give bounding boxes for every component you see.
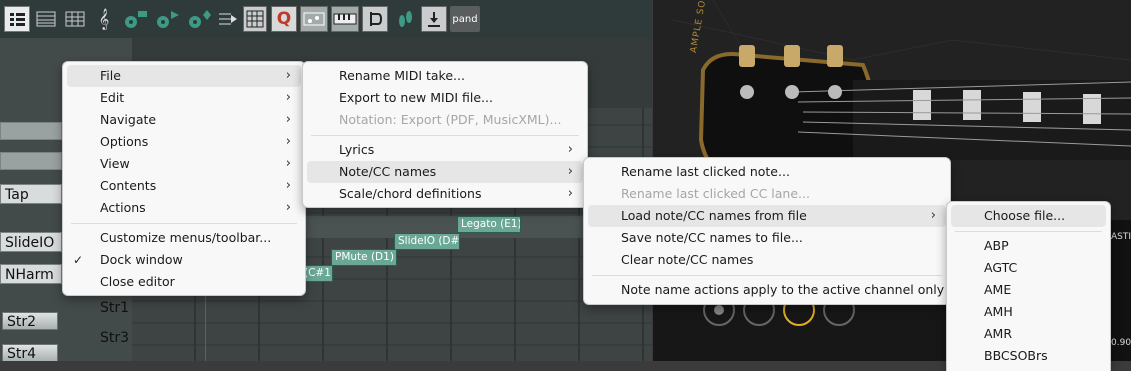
lane-slot[interactable] [0,152,62,170]
side-value: 0.90 [1111,338,1131,348]
chevron-right-icon: › [567,142,573,157]
chevron-right-icon: › [285,178,291,193]
lines-icon[interactable] [33,6,59,32]
menu-item-actions[interactable]: Actions › [67,197,301,219]
menu-item-save-names[interactable]: Save note/CC names to file... [588,227,946,249]
chevron-right-icon: › [567,164,573,179]
chevron-right-icon: › [567,186,573,201]
menu-item-abp[interactable]: ABP [951,235,1106,257]
menu-separator [71,223,297,224]
download-icon[interactable] [421,6,447,32]
keyboard-icon[interactable] [331,6,359,32]
menu-item-options[interactable]: Options › [67,131,301,153]
menu-item-export-midi[interactable]: Export to new MIDI file... [307,87,583,109]
midi-note[interactable]: PMute (D1) [331,249,397,266]
q-icon[interactable]: Q [271,6,297,32]
string-lane-str2[interactable]: Str2 [2,312,58,330]
lane-slot[interactable] [0,122,62,140]
treble-clef-icon[interactable]: 𝄞 [92,6,116,32]
lane-label-nharm[interactable]: NHarm [0,264,62,284]
menu-item-navigate[interactable]: Navigate › [67,109,301,131]
menu-item-rename-cc-lane[interactable]: Rename last clicked CC lane... [588,183,946,205]
grid-icon[interactable] [62,6,88,32]
menu-item-active-channel-only[interactable]: Note name actions apply to the active ch… [588,279,946,301]
chevron-right-icon: › [285,90,291,105]
menu-item-view[interactable]: View › [67,153,301,175]
menu-item-customize[interactable]: Customize menus/toolbar... [67,227,301,249]
menu-separator [955,231,1102,232]
chevron-right-icon: › [930,208,936,223]
playhead-icon[interactable] [216,6,240,32]
gear-icon[interactable] [120,6,150,32]
checkmark-icon: ✓ [73,253,84,267]
menu-item-edit[interactable]: Edit › [67,87,301,109]
lane-label-tap[interactable]: Tap [0,184,62,204]
side-label: ASTI [1111,232,1131,242]
menu-item-lyrics[interactable]: Lyrics › [307,139,583,161]
menu-item-rename-last-note[interactable]: Rename last clicked note... [588,161,946,183]
menu-item-choose-file[interactable]: Choose file... [951,205,1106,227]
note-cc-names-submenu: Rename last clicked note... Rename last … [583,157,951,305]
string-label: Str1 [100,300,130,316]
menu-item-close-editor[interactable]: Close editor [67,271,301,293]
menu-item-amh[interactable]: AMH [951,301,1106,323]
midi-note[interactable]: Legato (E1) [457,216,521,233]
grid-icon[interactable] [243,6,267,32]
menu-item-amr[interactable]: AMR [951,323,1106,345]
menu-item-notation-export[interactable]: Notation: Export (PDF, MusicXML)... [307,109,583,131]
chevron-right-icon: › [285,156,291,171]
menu-item-contents[interactable]: Contents › [67,175,301,197]
pand-button[interactable]: pand [450,6,480,32]
chevron-right-icon: › [285,200,291,215]
chevron-right-icon: › [285,112,291,127]
main-context-menu: File › Edit › Navigate › Options › View › Con… [62,61,306,296]
menu-item-rename-midi-take[interactable]: Rename MIDI take... [307,65,583,87]
chevron-right-icon: › [285,134,291,149]
file-submenu: Rename MIDI take... Export to new MIDI f… [302,61,588,208]
string-lane-str4[interactable]: Str4 [2,344,58,361]
menu-item-file[interactable]: File › [67,65,301,87]
menu-item-ame[interactable]: AME [951,279,1106,301]
menu-item-note-cc-names[interactable]: Note/CC names › [307,161,583,183]
menu-separator [311,135,579,136]
menu-item-clear-names[interactable]: Clear note/CC names [588,249,946,271]
menu-item-bbcsobrs[interactable]: BBCSOBrs [951,345,1106,367]
lane-label-slideio[interactable]: SlideIO [0,232,62,252]
midi-note[interactable]: SlideIO (D#1) [394,233,460,250]
menu-separator [592,275,942,276]
menu-item-dock-window[interactable]: ✓ Dock window [67,249,301,271]
gear-icon[interactable] [184,6,214,32]
menu-item-load-names[interactable]: Load note/CC names from file › [588,205,946,227]
chevron-right-icon: › [285,68,291,83]
bracket-icon[interactable] [362,6,388,32]
lines-icon[interactable] [4,6,30,32]
chord-icon[interactable] [300,6,328,32]
string-label: Str3 [100,330,130,346]
footprint-icon[interactable] [392,6,418,32]
menu-item-agtc[interactable]: AGTC [951,257,1106,279]
midi-editor-toolbar: 𝄞 Q pand [0,0,652,39]
gear-icon[interactable] [152,6,182,32]
load-names-submenu: Choose file... ABP AGTC AME AMH AMR BBCS… [946,201,1111,371]
menu-item-scale-chord[interactable]: Scale/chord definitions › [307,183,583,205]
